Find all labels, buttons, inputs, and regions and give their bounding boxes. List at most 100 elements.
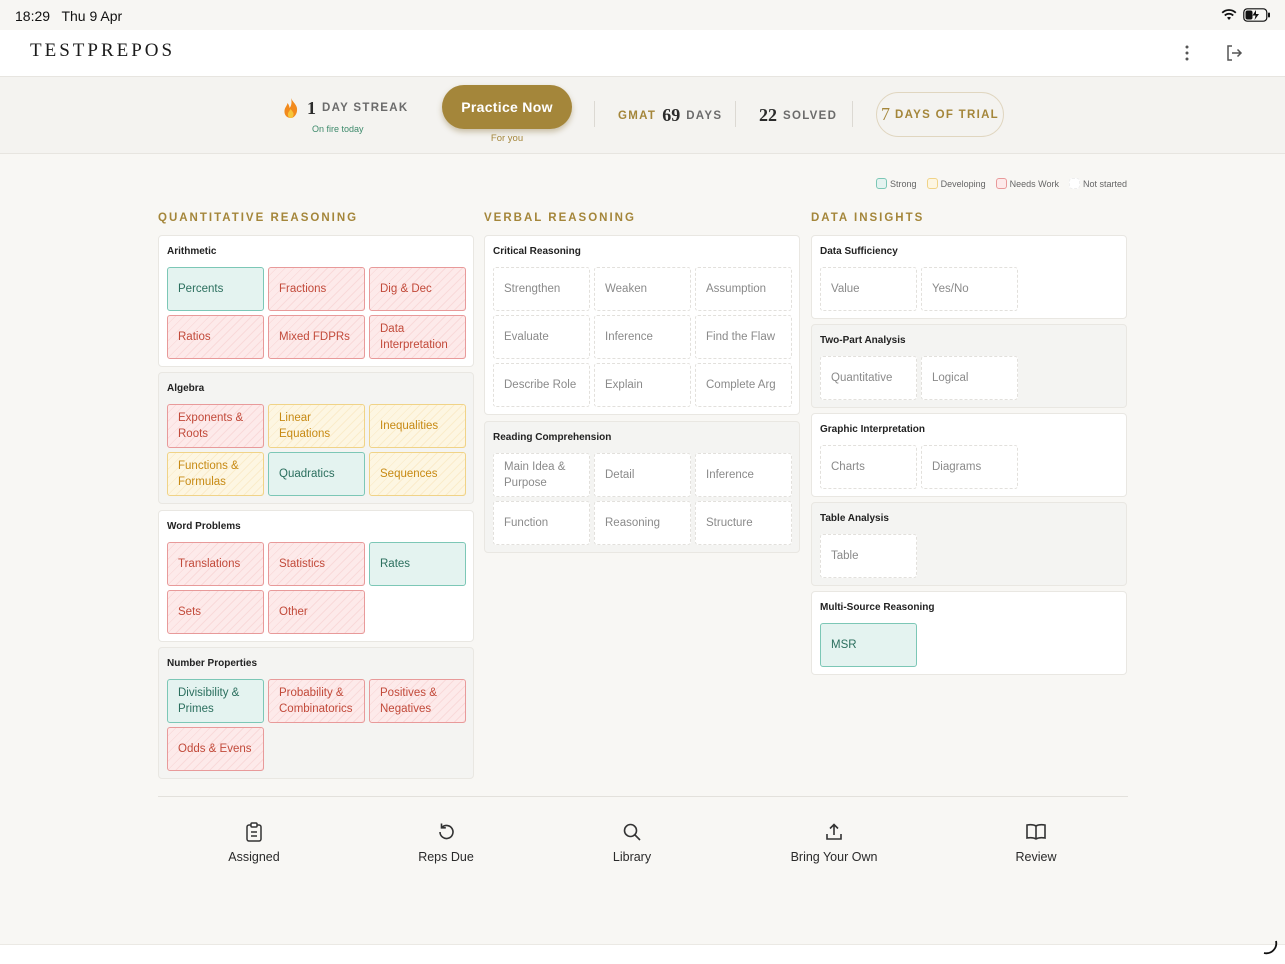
topic-tile[interactable]: Rates: [369, 542, 466, 586]
gmat-label: GMAT: [618, 109, 657, 122]
multi-source-reasoning-group: Multi-Source Reasoning MSR: [811, 591, 1127, 675]
group-title: Two-Part Analysis: [820, 335, 906, 346]
group-title: Data Sufficiency: [820, 246, 898, 257]
topic-tile[interactable]: Quantitative: [820, 356, 917, 400]
legend-strong: Strong: [876, 178, 917, 189]
mastery-legend: Strong Developing Needs Work Not started: [876, 178, 1127, 189]
topic-tile[interactable]: Probability & Combinatorics: [268, 679, 365, 723]
divider: [158, 796, 1128, 797]
topic-tile[interactable]: Ratios: [167, 315, 264, 359]
group-title: Word Problems: [167, 521, 241, 532]
topic-tile[interactable]: Inference: [594, 315, 691, 359]
topic-tile[interactable]: Logical: [921, 356, 1018, 400]
practice-now-button[interactable]: Practice Now: [442, 85, 572, 129]
book-open-icon: [1026, 823, 1046, 840]
nav-bring-your-own[interactable]: Bring Your Own: [774, 820, 894, 864]
app-logo: TESTPREPOS: [30, 40, 176, 61]
topic-tile[interactable]: Weaken: [594, 267, 691, 311]
topic-tile[interactable]: Complete Arg: [695, 363, 792, 407]
clipboard-icon: [246, 822, 262, 842]
topic-tile[interactable]: Charts: [820, 445, 917, 489]
group-title: Multi-Source Reasoning: [820, 602, 935, 613]
logout-icon: [1227, 45, 1243, 61]
topic-tile[interactable]: Evaluate: [493, 315, 590, 359]
topic-tile[interactable]: Sequences: [369, 452, 466, 496]
topic-tile[interactable]: Sets: [167, 590, 264, 634]
logout-button[interactable]: [1221, 40, 1247, 66]
topic-tile[interactable]: Statistics: [268, 542, 365, 586]
topic-tile[interactable]: Explain: [594, 363, 691, 407]
search-icon: [623, 823, 641, 841]
topic-tile[interactable]: Positives & Negatives: [369, 679, 466, 723]
topic-tile[interactable]: Function: [493, 501, 590, 545]
legend-swatch: [926, 178, 938, 189]
status-time: 18:29 Thu 9 Apr: [15, 8, 123, 24]
topic-tile[interactable]: Find the Flaw: [695, 315, 792, 359]
topic-tile[interactable]: Mixed FDPRs: [268, 315, 365, 359]
topic-tile[interactable]: Strengthen: [493, 267, 590, 311]
more-options-button[interactable]: [1174, 40, 1200, 66]
graphic-interpretation-group: Graphic Interpretation Charts Diagrams: [811, 413, 1127, 497]
reading-comprehension-group: Reading Comprehension Main Idea & Purpos…: [484, 421, 800, 553]
topic-tile[interactable]: Quadratics: [268, 452, 365, 496]
topic-tile[interactable]: Diagrams: [921, 445, 1018, 489]
topic-tile[interactable]: Exponents & Roots: [167, 404, 264, 448]
topic-tile[interactable]: Fractions: [268, 267, 365, 311]
app-header: TESTPREPOS: [0, 30, 1285, 77]
topic-tile[interactable]: Describe Role: [493, 363, 590, 407]
arithmetic-group: Arithmetic Percents Fractions Dig & Dec …: [158, 235, 474, 367]
nav-reps-due[interactable]: Reps Due: [386, 820, 506, 864]
number-properties-group: Number Properties Divisibility & Primes …: [158, 647, 474, 779]
data-sufficiency-group: Data Sufficiency Value Yes/No: [811, 235, 1127, 319]
topic-tile[interactable]: Structure: [695, 501, 792, 545]
upload-icon: [826, 823, 842, 840]
rotate-ccw-icon: [439, 823, 454, 840]
divider: [735, 101, 736, 127]
topic-tile[interactable]: Value: [820, 267, 917, 311]
divider: [852, 101, 853, 127]
bottom-bar: [0, 944, 1285, 964]
group-title: Graphic Interpretation: [820, 424, 926, 435]
group-title: Number Properties: [167, 658, 258, 669]
topic-tile[interactable]: Table: [820, 534, 917, 578]
topic-tile[interactable]: Percents: [167, 267, 264, 311]
legend-swatch: [876, 178, 888, 189]
nav-library[interactable]: Library: [572, 820, 692, 864]
legend-needs-work: Needs Work: [995, 178, 1059, 189]
stats-bar: 1 DAY STREAK On fire today Practice Now …: [0, 77, 1285, 154]
nav-assigned[interactable]: Assigned: [194, 820, 314, 864]
nav-label: Reps Due: [418, 850, 474, 864]
topic-tile[interactable]: Linear Equations: [268, 404, 365, 448]
algebra-group: Algebra Exponents & Roots Linear Equatio…: [158, 372, 474, 504]
streak-label: DAY STREAK: [322, 102, 409, 114]
topic-tile[interactable]: Other: [268, 590, 365, 634]
topic-tile[interactable]: Inequalities: [369, 404, 466, 448]
topic-tile[interactable]: Inference: [695, 453, 792, 497]
topic-tile[interactable]: MSR: [820, 623, 917, 667]
topic-tile[interactable]: Translations: [167, 542, 264, 586]
legend-not-started: Not started: [1068, 178, 1127, 189]
group-title: Reading Comprehension: [493, 432, 612, 443]
two-part-analysis-group: Two-Part Analysis Quantitative Logical: [811, 324, 1127, 408]
nav-review[interactable]: Review: [976, 820, 1096, 864]
topic-tile[interactable]: Yes/No: [921, 267, 1018, 311]
streak-subtext: On fire today: [312, 124, 364, 134]
battery-charging-icon: [1243, 8, 1270, 22]
topic-tile[interactable]: Divisibility & Primes: [167, 679, 264, 723]
topic-tile[interactable]: Main Idea & Purpose: [493, 453, 590, 497]
nav-label: Bring Your Own: [790, 850, 878, 864]
topic-tile[interactable]: Detail: [594, 453, 691, 497]
word-problems-group: Word Problems Translations Statistics Ra…: [158, 510, 474, 642]
trial-days-count: 7: [880, 104, 890, 124]
topic-tile[interactable]: Reasoning: [594, 501, 691, 545]
topic-tile[interactable]: Dig & Dec: [369, 267, 466, 311]
topic-tile[interactable]: Assumption: [695, 267, 792, 311]
topic-tile[interactable]: Odds & Evens: [167, 727, 264, 771]
wifi-icon: [1221, 9, 1237, 20]
trial-badge[interactable]: 7 DAYS OF TRIAL: [876, 92, 1004, 137]
status-bar: 18:29 Thu 9 Apr: [0, 0, 1285, 30]
data-insights-column-title: DATA INSIGHTS: [811, 212, 925, 224]
topic-tile[interactable]: Data Interpretation: [369, 315, 466, 359]
topic-tile[interactable]: Functions & Formulas: [167, 452, 264, 496]
table-analysis-group: Table Analysis Table: [811, 502, 1127, 586]
